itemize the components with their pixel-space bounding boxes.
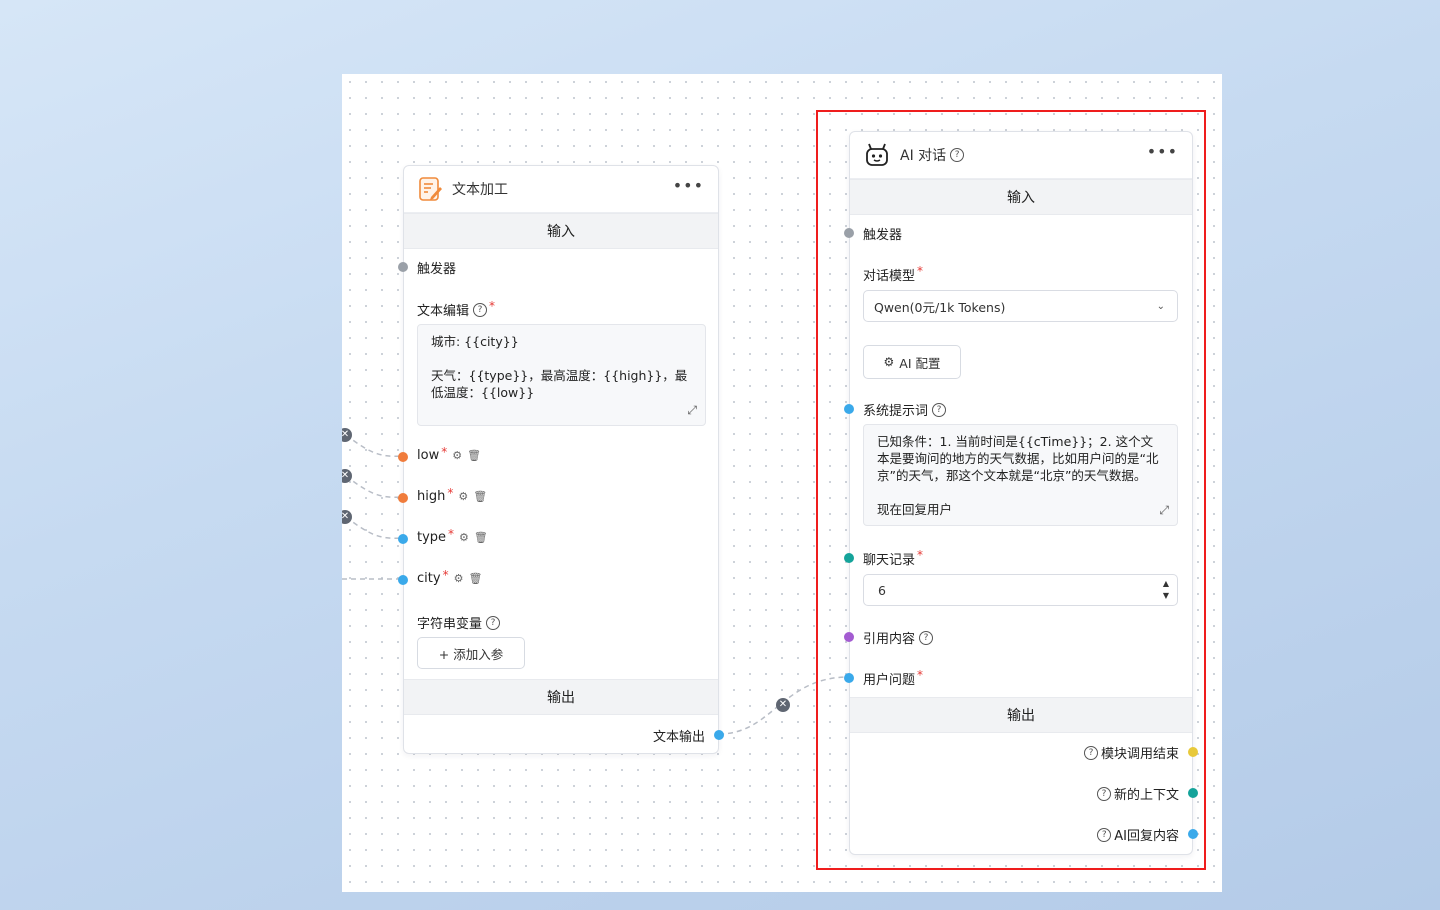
- text-edit-label: 文本编辑? *: [417, 298, 496, 320]
- text-line-2: 天气：{{type}}，最高温度：{{high}}，最低温度：{{low}}: [431, 368, 688, 400]
- add-param-button[interactable]: + 添加入参: [417, 637, 525, 669]
- edge-high: [345, 475, 403, 498]
- trash-icon[interactable]: 🗑: [474, 531, 488, 544]
- edit-document-icon: [419, 177, 442, 201]
- text-output-label: 文本输出: [652, 730, 705, 745]
- help-icon[interactable]: ?: [486, 615, 501, 630]
- string-var-label: 字符串变量?: [417, 613, 501, 632]
- edge-low: [345, 434, 403, 457]
- text-edit-textarea[interactable]: 城市: {{city}} 天气：{{type}}，最高温度：{{high}}，最…: [417, 324, 706, 426]
- expand-icon[interactable]: ⤢: [687, 402, 697, 419]
- gear-icon[interactable]: ⚙: [454, 572, 464, 585]
- param-row-city: city * ⚙ 🗑: [417, 567, 483, 587]
- edge-type: [345, 516, 403, 539]
- node-title: 文本加工: [452, 182, 508, 198]
- node-header[interactable]: 文本加工 •••: [404, 166, 718, 213]
- highlight-box: [816, 110, 1206, 870]
- gear-icon[interactable]: ⚙: [458, 490, 468, 503]
- param-row-high: high * ⚙ 🗑: [417, 485, 488, 505]
- param-row-low: low * ⚙ 🗑: [417, 444, 482, 464]
- input-section-header: 输入: [404, 213, 718, 249]
- trigger-handle[interactable]: [398, 262, 408, 272]
- trash-icon[interactable]: 🗑: [473, 490, 487, 503]
- disconnect-output-icon[interactable]: ✕: [776, 698, 790, 712]
- param-handle-low[interactable]: [398, 452, 408, 462]
- gear-icon[interactable]: ⚙: [459, 531, 469, 544]
- param-handle-type[interactable]: [398, 534, 408, 544]
- text-line-1: 城市: {{city}}: [431, 334, 519, 349]
- param-row-type: type * ⚙ 🗑: [417, 526, 488, 546]
- output-section-header: 输出: [404, 679, 718, 715]
- trash-icon[interactable]: 🗑: [467, 449, 481, 462]
- trigger-label: 触发器: [417, 262, 457, 277]
- gear-icon[interactable]: ⚙: [452, 449, 462, 462]
- more-options-button[interactable]: •••: [673, 178, 704, 194]
- trash-icon[interactable]: 🗑: [468, 572, 482, 585]
- text-process-node[interactable]: 文本加工 ••• 输入 触发器 文本编辑? * 城市: {{city}} 天气：{…: [398, 165, 724, 754]
- param-handle-city[interactable]: [398, 575, 408, 585]
- help-icon[interactable]: ?: [473, 302, 488, 317]
- param-handle-high[interactable]: [398, 493, 408, 503]
- text-output-handle[interactable]: [714, 730, 724, 740]
